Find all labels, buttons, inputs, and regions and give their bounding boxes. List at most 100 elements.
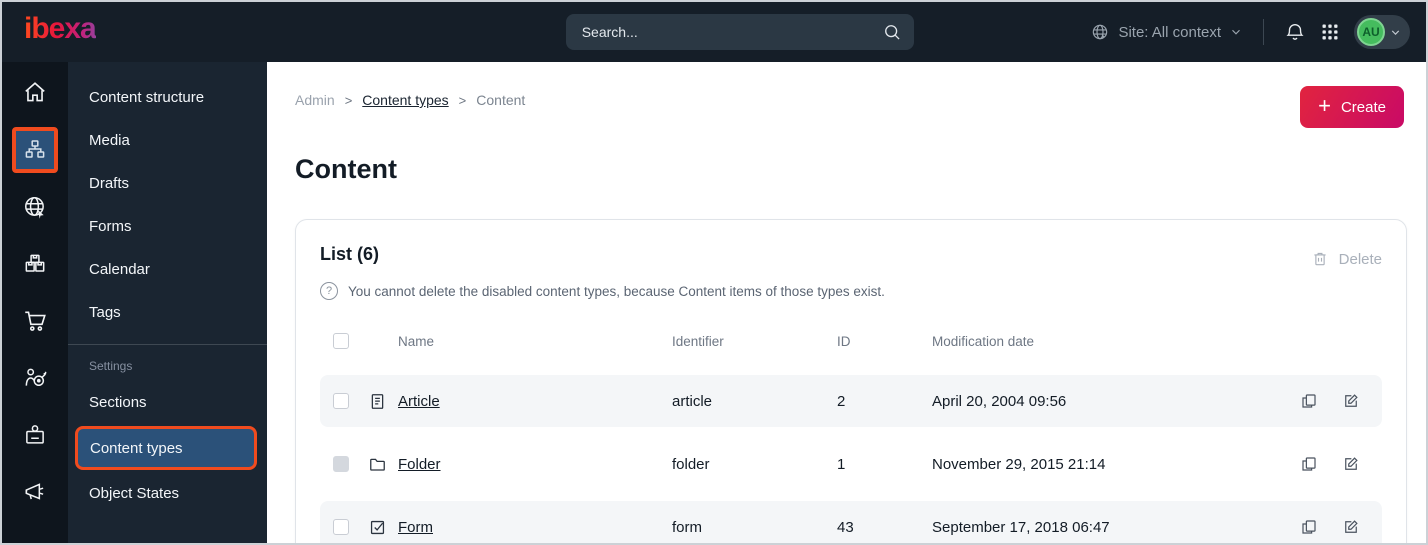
- row-checkbox-disabled: [333, 456, 349, 472]
- edit-icon[interactable]: [1342, 518, 1360, 536]
- app-window: ibexa Site: All context A: [0, 0, 1428, 545]
- site-globe-icon: [22, 194, 48, 220]
- app-grid-icon[interactable]: [1320, 22, 1340, 42]
- sidebar-item-home[interactable]: [12, 70, 58, 116]
- search-input[interactable]: [581, 24, 882, 40]
- sidebar-item-site[interactable]: [12, 184, 58, 230]
- sidebar-item-media[interactable]: Media: [68, 119, 267, 162]
- home-icon: [22, 80, 48, 106]
- topbar-right-cluster: Site: All context AU: [1090, 15, 1410, 49]
- sidebar-item-tags[interactable]: Tags: [68, 291, 267, 334]
- breadcrumb: Admin > Content types > Content: [295, 86, 525, 108]
- content-type-link[interactable]: Article: [398, 393, 672, 410]
- sidebar-item-drafts[interactable]: Drafts: [68, 162, 267, 205]
- row-checkbox[interactable]: [333, 519, 349, 535]
- breadcrumb-current: Content: [476, 92, 526, 108]
- site-context-label: Site: All context: [1118, 23, 1221, 41]
- id-badge-icon: [22, 422, 48, 448]
- sidebar-item-sections[interactable]: Sections: [68, 381, 267, 424]
- sidebar-item-commerce[interactable]: [12, 298, 58, 344]
- menu-item-label: Sections: [89, 394, 147, 411]
- page-title: Content: [295, 154, 397, 184]
- search-icon[interactable]: [882, 22, 902, 42]
- packages-icon: [22, 251, 48, 277]
- info-text: You cannot delete the disabled content t…: [348, 283, 885, 299]
- cell-modified: September 17, 2018 06:47: [932, 518, 1110, 536]
- article-document-icon: [368, 392, 398, 411]
- list-title: List (6): [320, 244, 380, 264]
- column-header-identifier: Identifier: [672, 333, 724, 349]
- column-header-id: ID: [837, 333, 851, 349]
- sitemap-icon: [23, 138, 47, 162]
- cell-id: 2: [837, 392, 846, 410]
- breadcrumb-content-types-link[interactable]: Content types: [362, 92, 448, 108]
- sidebar-item-marketing[interactable]: [12, 469, 58, 515]
- main-content: Admin > Content types > Content + Create…: [267, 62, 1426, 543]
- row-checkbox[interactable]: [333, 393, 349, 409]
- audience-target-icon: [22, 365, 48, 391]
- ibexa-logo[interactable]: ibexa: [24, 14, 97, 50]
- select-all-checkbox[interactable]: [333, 333, 349, 349]
- content-type-link[interactable]: Folder: [398, 456, 672, 473]
- secondary-sidebar: Content structure Media Drafts Forms Cal…: [68, 62, 267, 543]
- help-icon: ?: [320, 282, 338, 300]
- avatar: AU: [1357, 18, 1385, 46]
- cell-id: 43: [837, 518, 854, 536]
- menu-item-label: Drafts: [89, 175, 130, 192]
- site-context-switcher[interactable]: Site: All context: [1090, 22, 1243, 42]
- sidebar-item-products[interactable]: [12, 241, 58, 287]
- copy-icon[interactable]: [1300, 518, 1318, 536]
- form-checkbox-icon: [368, 518, 398, 537]
- menu-item-label: Content structure: [89, 89, 205, 106]
- table-row: Form form 43 September 17, 2018 06:47: [320, 501, 1382, 543]
- cell-identifier: form: [672, 518, 702, 536]
- breadcrumb-admin: Admin: [295, 92, 335, 108]
- sidebar-item-content-types[interactable]: Content types: [68, 424, 267, 472]
- icon-rail: [2, 62, 68, 543]
- menu-item-label: Content types: [90, 439, 183, 457]
- column-header-modification-date: Modification date: [932, 333, 1035, 349]
- menu-item-label: Calendar: [89, 261, 150, 278]
- cell-id: 1: [837, 455, 846, 473]
- table-header: Name Identifier ID Modification date: [320, 318, 1382, 364]
- sidebar-item-segments[interactable]: [12, 412, 58, 458]
- create-button[interactable]: + Create: [1300, 86, 1404, 128]
- edit-icon[interactable]: [1342, 392, 1360, 410]
- megaphone-icon: [22, 479, 48, 505]
- copy-icon[interactable]: [1300, 392, 1318, 410]
- edit-icon[interactable]: [1342, 455, 1360, 473]
- sidebar-item-object-states[interactable]: Object States: [68, 472, 267, 515]
- cell-modified: April 20, 2004 09:56: [932, 392, 1067, 410]
- global-search[interactable]: [565, 14, 914, 50]
- sidebar-item-content-structure[interactable]: Content structure: [68, 76, 267, 119]
- menu-item-label: Media: [89, 132, 130, 149]
- content-type-link[interactable]: Form: [398, 519, 672, 536]
- cart-icon: [22, 308, 48, 334]
- chevron-down-icon: [1391, 29, 1400, 35]
- delete-button[interactable]: Delete: [1311, 250, 1382, 268]
- menu-divider: [68, 344, 267, 345]
- topbar-divider: [1263, 19, 1264, 45]
- settings-section-label: Settings: [89, 359, 133, 373]
- top-bar: ibexa Site: All context A: [2, 2, 1426, 62]
- breadcrumb-separator: >: [344, 92, 353, 108]
- bell-icon[interactable]: [1284, 21, 1306, 43]
- info-message: ? You cannot delete the disabled content…: [320, 282, 1382, 300]
- sidebar-item-customers[interactable]: [12, 355, 58, 401]
- copy-icon[interactable]: [1300, 455, 1318, 473]
- user-menu[interactable]: AU: [1354, 15, 1410, 49]
- sidebar-item-calendar[interactable]: Calendar: [68, 248, 267, 291]
- folder-icon: [368, 455, 398, 474]
- cell-identifier: article: [672, 392, 713, 410]
- sidebar-item-forms[interactable]: Forms: [68, 205, 267, 248]
- chevron-down-icon: [1232, 29, 1240, 35]
- menu-item-label: Object States: [89, 485, 180, 502]
- create-button-label: Create: [1340, 98, 1386, 116]
- trash-icon: [1314, 252, 1326, 266]
- delete-button-label: Delete: [1338, 250, 1382, 268]
- plus-icon: +: [1318, 93, 1331, 118]
- cell-identifier: folder: [672, 455, 710, 473]
- active-menu-highlight[interactable]: Content types: [75, 426, 257, 470]
- sidebar-item-content[interactable]: [12, 127, 58, 173]
- content-types-list-panel: List (6) Delete ? You cannot delete the …: [295, 219, 1407, 543]
